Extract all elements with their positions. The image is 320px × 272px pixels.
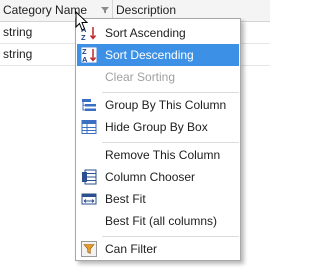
menu-item-label: Group By This Column xyxy=(105,98,227,112)
menu-item-best-fit[interactable]: Best Fit xyxy=(77,188,239,210)
best-fit-icon xyxy=(81,193,97,205)
filter-icon[interactable] xyxy=(100,5,110,15)
column-header-label: Description xyxy=(116,3,177,17)
column-chooser-icon xyxy=(82,169,97,185)
menu-item-remove-column[interactable]: Remove This Column xyxy=(77,144,239,166)
menu-item-clear-sorting: Clear Sorting xyxy=(77,66,239,88)
menu-item-column-chooser[interactable]: Column Chooser xyxy=(77,166,239,188)
column-context-menu: A Z Sort Ascending Z A Sort Descending C… xyxy=(75,18,241,261)
menu-item-label: Can Filter xyxy=(105,242,158,256)
menu-item-sort-descending[interactable]: Z A Sort Descending xyxy=(77,44,239,66)
menu-item-label: Best Fit (all columns) xyxy=(105,214,218,228)
menu-separator xyxy=(102,236,239,237)
menu-item-group-by-column[interactable]: Group By This Column xyxy=(77,94,239,116)
svg-text:A: A xyxy=(82,55,88,63)
menu-separator xyxy=(102,142,239,143)
sort-descending-icon: Z A xyxy=(81,47,97,63)
svg-text:Z: Z xyxy=(81,33,86,41)
mouse-cursor-icon xyxy=(75,11,89,31)
menu-item-label: Sort Descending xyxy=(105,48,194,62)
menu-item-can-filter[interactable]: Can Filter xyxy=(77,238,239,260)
menu-item-best-fit-all-columns[interactable]: Best Fit (all columns) xyxy=(77,210,239,232)
menu-item-label: Sort Ascending xyxy=(105,26,186,40)
group-by-box-icon xyxy=(81,120,97,134)
menu-item-label: Remove This Column xyxy=(105,148,221,162)
filter-icon xyxy=(81,241,97,257)
group-by-column-icon xyxy=(82,99,96,111)
menu-item-label: Hide Group By Box xyxy=(105,120,208,134)
menu-item-label: Clear Sorting xyxy=(105,70,176,84)
menu-item-sort-ascending[interactable]: A Z Sort Ascending xyxy=(77,22,239,44)
menu-separator xyxy=(102,92,239,93)
menu-item-hide-group-by-box[interactable]: Hide Group By Box xyxy=(77,116,239,138)
menu-item-label: Best Fit xyxy=(105,192,146,206)
menu-item-label: Column Chooser xyxy=(105,170,196,184)
